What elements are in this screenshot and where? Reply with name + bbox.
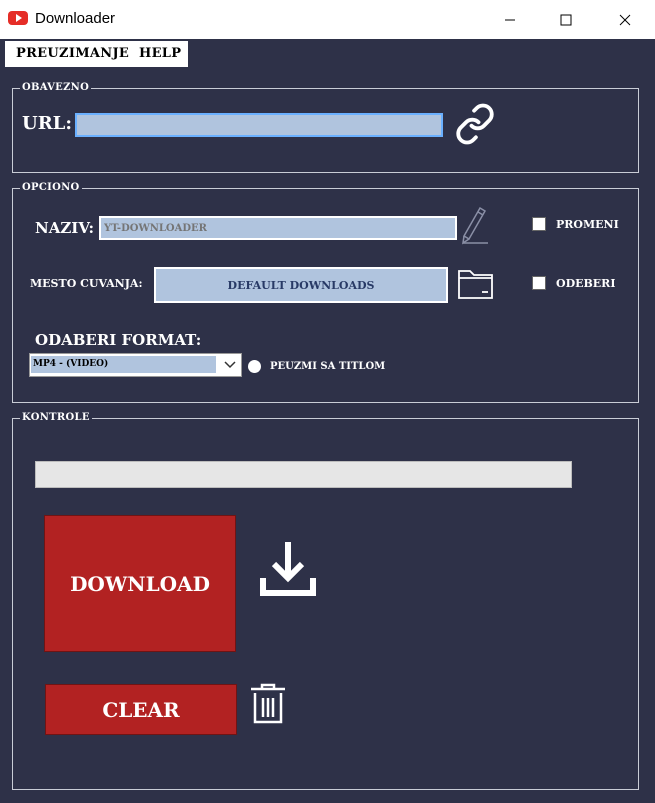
format-select-value: MP4 - (VIDEO) — [31, 356, 216, 373]
app-icon — [8, 11, 28, 25]
download-icon[interactable] — [258, 540, 318, 598]
close-button[interactable] — [602, 0, 648, 39]
maximize-button[interactable] — [543, 0, 589, 39]
menu-help[interactable]: HELP — [139, 46, 181, 61]
promeni-checkbox[interactable] — [532, 217, 546, 231]
title-bar: Downloader — [0, 0, 655, 39]
format-select[interactable]: MP4 - (VIDEO) — [29, 353, 242, 377]
odeberi-label: ODEBERI — [556, 277, 616, 290]
format-label: ODABERI FORMAT: — [35, 331, 202, 349]
mesto-cuvanja-label: MESTO CUVANJA: — [30, 277, 143, 290]
close-icon — [619, 14, 631, 25]
window-title: Downloader — [35, 10, 116, 27]
download-progress-bar — [35, 461, 572, 488]
default-downloads-button[interactable]: DEFAULT DOWNLOADS — [154, 267, 448, 303]
obavezno-title: OBAVEZNO — [20, 82, 92, 93]
naziv-input[interactable] — [99, 216, 457, 240]
folder-icon[interactable] — [457, 268, 494, 300]
subtitle-radio[interactable] — [248, 360, 261, 373]
chevron-down-icon — [224, 361, 236, 369]
menu-preuzimanje[interactable]: PREUZIMANJE — [16, 46, 129, 61]
download-button[interactable]: DOWNLOAD — [44, 515, 236, 652]
subtitle-label: PEUZMI SA TITLOM — [270, 361, 386, 372]
pencil-icon[interactable] — [460, 205, 490, 245]
menu-bar: PREUZIMANJE HELP — [5, 41, 188, 67]
naziv-label: NAZIV: — [35, 219, 94, 237]
link-icon[interactable] — [454, 103, 496, 145]
promeni-label: PROMENI — [556, 218, 619, 231]
opciono-title: OPCIONO — [20, 182, 82, 193]
trash-icon[interactable] — [248, 683, 288, 725]
url-input[interactable] — [75, 113, 443, 137]
minimize-button[interactable] — [487, 0, 533, 39]
clear-button[interactable]: CLEAR — [45, 684, 237, 735]
odeberi-checkbox[interactable] — [532, 276, 546, 290]
minimize-icon — [505, 19, 515, 20]
kontrole-title: KONTROLE — [20, 412, 92, 423]
url-label: URL: — [22, 113, 72, 134]
maximize-icon — [560, 14, 572, 25]
